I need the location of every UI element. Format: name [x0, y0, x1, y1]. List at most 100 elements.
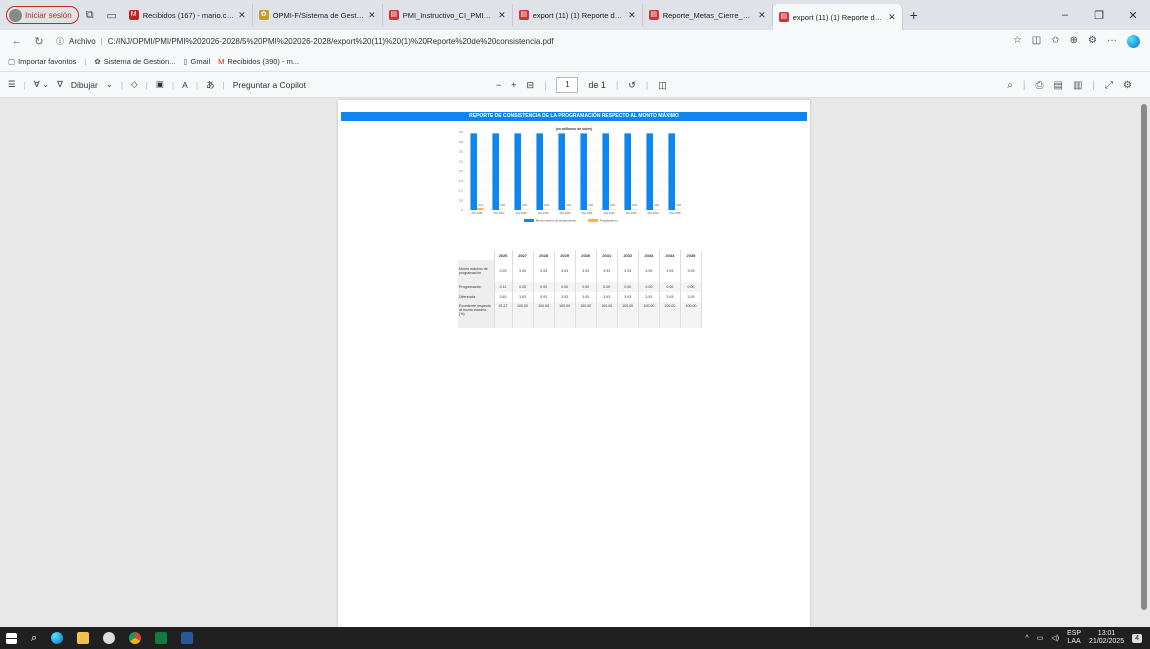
close-tab-icon[interactable]: ✕: [888, 12, 896, 23]
chrome-icon[interactable]: [129, 632, 142, 644]
search-icon[interactable]: ⌕: [1007, 80, 1013, 91]
more-icon[interactable]: ···: [1107, 35, 1117, 48]
table-cell: 3.93: [494, 260, 513, 282]
pdf-viewer[interactable]: REPORTE DE CONSISTENCIA DE LA PROGRAMACI…: [0, 98, 1150, 627]
gmail-icon: M: [218, 57, 225, 66]
row-label: Excedente respecto al monto máximo (%): [458, 302, 495, 328]
contents-icon[interactable]: ☰: [8, 79, 16, 90]
table-cell: 3.93: [554, 292, 576, 302]
favorite-label: Sistema de Gestión...: [103, 57, 176, 66]
favorite-item[interactable]: ▢ Importar favoritos: [8, 57, 76, 66]
zoom-out-icon[interactable]: −: [496, 80, 501, 90]
divider: |: [1092, 79, 1096, 91]
fit-page-icon[interactable]: ⊟: [527, 80, 535, 91]
collections-icon[interactable]: ⊕: [1070, 35, 1078, 48]
settings-icon[interactable]: ⚙: [1123, 80, 1132, 91]
browser-tab[interactable]: ▤Reporte_Metas_Cierre_Brechas -✕: [643, 4, 773, 26]
edge-app-icon[interactable]: [51, 632, 64, 644]
browser-tab[interactable]: ✿OPMI-F/Sistema de Gestión Doc✕: [253, 4, 383, 26]
excel-icon[interactable]: [155, 632, 168, 644]
page-number-input[interactable]: 1: [556, 77, 579, 93]
workspaces-icon[interactable]: ⧉: [79, 9, 101, 22]
split-screen-icon[interactable]: ◫: [1032, 35, 1041, 48]
browser-actions: ☆ ◫ ✩ ⊕ ⚙ ···: [1013, 34, 1144, 48]
extensions-icon[interactable]: ⚙: [1088, 35, 1097, 48]
favorite-item[interactable]: ▯ Gmail: [183, 57, 210, 66]
close-tab-icon[interactable]: ✕: [238, 10, 246, 21]
favorite-star-icon[interactable]: ☆: [1013, 35, 1022, 48]
network-icon[interactable]: ▭: [1037, 634, 1044, 642]
table-cell: 0.00: [575, 282, 597, 292]
data-table: 2026 2027 2028 2029 2030 2031 2032 2033 2034 2035…: [458, 250, 703, 328]
highlight-icon[interactable]: ∀ ⌄: [34, 79, 49, 90]
windows-start-icon[interactable]: [6, 632, 17, 644]
app-icon[interactable]: [103, 632, 116, 644]
chevron-up-icon[interactable]: ^: [1025, 635, 1028, 642]
draw-icon[interactable]: ∇: [57, 79, 63, 90]
table-cell: 3.93: [638, 260, 660, 282]
new-tab-button[interactable]: +: [903, 7, 925, 23]
page-view-icon[interactable]: ◫: [658, 80, 667, 91]
save-as-icon[interactable]: ▥: [1073, 80, 1082, 91]
vertical-scrollbar[interactable]: [1140, 98, 1148, 623]
scrollbar-thumb[interactable]: [1141, 104, 1147, 610]
chart-subtitle: (en millones de soles): [556, 127, 593, 131]
tab-favicon-icon: M: [128, 10, 139, 20]
clock[interactable]: 13:01 21/02/2025: [1089, 630, 1124, 646]
rotate-icon[interactable]: ↺: [628, 80, 636, 91]
close-tab-icon[interactable]: ✕: [628, 10, 636, 21]
browser-tab[interactable]: ▤export (11) (1) Reporte de consist ✕: [513, 4, 643, 26]
browser-tab[interactable]: MRecibidos (167) - mario.castillo@✕: [123, 4, 253, 26]
legend-label: Programación: [600, 219, 618, 223]
favorites-icon[interactable]: ✩: [1051, 35, 1059, 48]
table-cell: 100.00: [554, 302, 576, 328]
close-tab-icon[interactable]: ✕: [368, 10, 376, 21]
chevron-down-icon[interactable]: ⌄: [106, 79, 113, 90]
notifications-icon[interactable]: 4: [1132, 633, 1142, 643]
row-label: Diferencia: [458, 292, 495, 302]
bar-max: [514, 133, 521, 210]
word-icon[interactable]: [181, 632, 194, 644]
table-cell: 100.00: [512, 302, 534, 328]
zoom-in-icon[interactable]: +: [511, 80, 516, 90]
table-cell: 0.00: [659, 282, 681, 292]
text-box-icon[interactable]: ▣: [156, 79, 164, 90]
data-label: 0.00: [676, 203, 682, 207]
close-window-button[interactable]: ✕: [1116, 9, 1150, 22]
pdf-toolbar: ☰ | ∀ ⌄ ∇ Dibujar ⌄ | ◇ | ▣ | A | あ | Pr…: [0, 72, 1150, 98]
refresh-icon[interactable]: ↻: [28, 35, 50, 48]
tab-actions-icon[interactable]: ▭: [101, 9, 123, 22]
sign-in-button[interactable]: Iniciar sesión: [6, 6, 79, 24]
copilot-icon[interactable]: [1127, 34, 1140, 48]
browser-tab[interactable]: ▤PMI_Instructivo_CI_PMI_2026-20 ✕: [383, 4, 513, 26]
close-tab-icon[interactable]: ✕: [758, 10, 766, 21]
language-indicator[interactable]: ESP LAA: [1067, 630, 1081, 646]
table-row: Monto máximo de programación 3.93 3.93 3.93…: [458, 260, 703, 282]
minimize-button[interactable]: –: [1048, 9, 1082, 21]
fullscreen-icon[interactable]: ⤢: [1105, 80, 1113, 91]
info-icon: ⓘ: [56, 36, 64, 46]
back-icon[interactable]: ←: [6, 35, 28, 47]
eraser-icon[interactable]: ◇: [131, 79, 138, 90]
y-tick-label: 3.0: [459, 150, 464, 154]
volume-icon[interactable]: ◁): [1051, 634, 1059, 642]
print-icon[interactable]: ⎙: [1036, 80, 1044, 91]
favorite-item[interactable]: ✿ Sistema de Gestión...: [94, 57, 175, 66]
tab-favicon-icon: ▤: [648, 10, 659, 20]
table-cell: 100.00: [659, 302, 681, 328]
table-cell: 3.93: [512, 292, 534, 302]
translate-icon[interactable]: あ: [206, 79, 215, 91]
browser-tab[interactable]: ▤export (11) (1) Reporte de consist ✕: [772, 4, 903, 30]
file-explorer-icon[interactable]: [77, 632, 90, 644]
ask-copilot-button[interactable]: Preguntar a Copilot: [233, 80, 306, 90]
save-icon[interactable]: ▤: [1054, 80, 1063, 91]
address-bar[interactable]: ⓘ Archivo | C:/INJ/OPMI/PMI/PMI%202026-2…: [56, 36, 1013, 47]
read-aloud-icon[interactable]: A: [182, 80, 188, 90]
close-tab-icon[interactable]: ✕: [498, 10, 506, 21]
draw-label[interactable]: Dibujar: [71, 80, 98, 90]
favorite-item[interactable]: M Recibidos (390) - m...: [218, 57, 299, 66]
search-icon[interactable]: ⌕: [31, 632, 37, 645]
restore-button[interactable]: ❐: [1082, 9, 1116, 22]
row-label: Programación: [458, 282, 495, 292]
table-cell: 100.00: [575, 302, 597, 328]
